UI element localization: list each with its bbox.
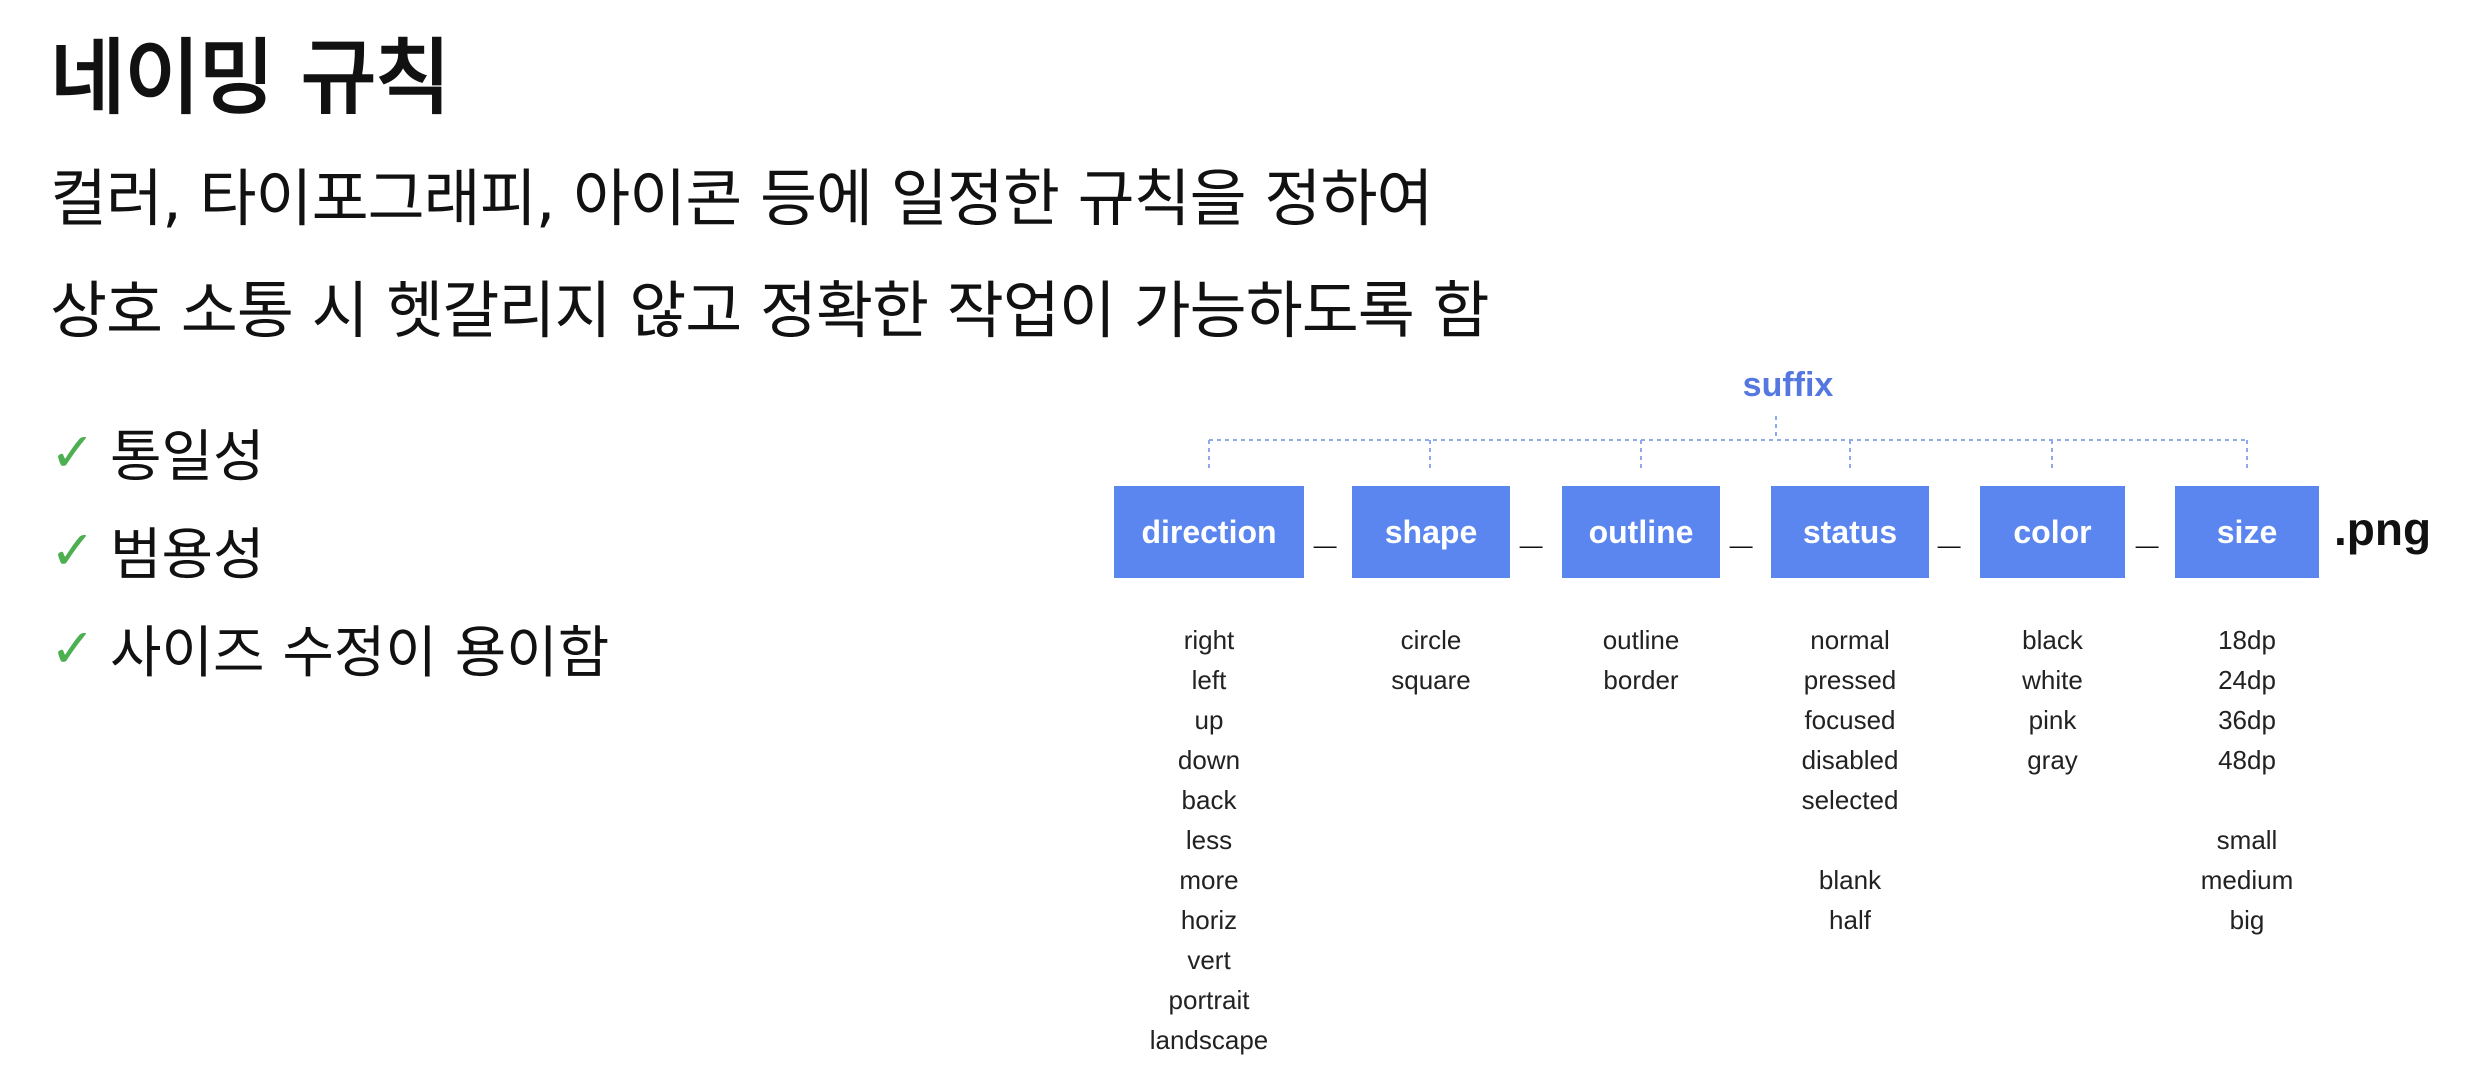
value-item: circle — [1400, 625, 1462, 655]
suffix-label: suffix — [1742, 366, 1834, 404]
page-title: 네이밍 규칙 — [50, 31, 451, 126]
color-values: black white pink gray — [1980, 620, 2125, 780]
separator: _ — [1314, 508, 1337, 552]
value-item: 24dp — [2218, 665, 2276, 695]
value-item: focused — [1804, 705, 1896, 735]
value-item: landscape — [1149, 1025, 1269, 1055]
value-item: black — [2022, 625, 2083, 655]
slide: 네이밍 규칙 컬러, 타이포그래피, 아이콘 등에 일정한 규칙을 정하여 상호… — [0, 0, 2468, 1066]
description-line-1: 컬러, 타이포그래피, 아이콘 등에 일정한 규칙을 정하여 — [50, 162, 1434, 235]
value-item: selected — [1801, 785, 1899, 815]
value-item — [2175, 780, 2319, 820]
value-item: small — [2216, 825, 2278, 855]
separator: _ — [2136, 508, 2159, 552]
benefit-label: 사이즈 수정이 용이함 — [110, 620, 610, 686]
value-item: border — [1603, 665, 1679, 695]
benefit-item: ✓ 범용성 — [50, 518, 609, 588]
checkmark-icon: ✓ — [50, 420, 96, 484]
value-item: down — [1177, 745, 1241, 775]
segment-status: status — [1771, 486, 1929, 578]
description-line-2: 상호 소통 시 헷갈리지 않고 정확한 작업이 가능하도록 함 — [50, 274, 1490, 347]
checkmark-icon: ✓ — [50, 616, 96, 680]
benefit-label: 통일성 — [110, 424, 265, 490]
value-item: left — [1191, 665, 1227, 695]
value-item: white — [2022, 665, 2083, 695]
value-item: more — [1179, 865, 1239, 895]
segment-outline: outline — [1562, 486, 1720, 578]
segment-size: size — [2175, 486, 2319, 578]
separator: _ — [1938, 508, 1961, 552]
benefit-list: ✓ 통일성 ✓ 범용성 ✓ 사이즈 수정이 용이함 — [50, 420, 609, 714]
value-item: outline — [1602, 625, 1680, 655]
benefit-item: ✓ 통일성 — [50, 420, 609, 490]
value-item: portrait — [1168, 985, 1250, 1015]
value-item: 18dp — [2218, 625, 2276, 655]
value-item: disabled — [1801, 745, 1899, 775]
value-item: big — [2229, 905, 2265, 935]
value-item — [1771, 820, 1929, 860]
naming-rule-diagram: suffix direction _ shape _ outline _ sta… — [1100, 360, 2468, 1066]
size-values: 18dp 24dp 36dp 48dp small medium big — [2175, 620, 2319, 940]
segment-shape: shape — [1352, 486, 1510, 578]
value-item: right — [1183, 625, 1235, 655]
value-item: pink — [2028, 705, 2077, 735]
value-item: normal — [1810, 625, 1890, 655]
separator: _ — [1520, 508, 1543, 552]
value-item: back — [1181, 785, 1237, 815]
file-extension: .png — [2334, 503, 2432, 555]
shape-values: circle square — [1352, 620, 1510, 700]
value-item: medium — [2200, 865, 2294, 895]
value-item: pressed — [1803, 665, 1897, 695]
checkmark-icon: ✓ — [50, 518, 96, 582]
benefit-item: ✓ 사이즈 수정이 용이함 — [50, 616, 609, 686]
value-item: less — [1185, 825, 1233, 855]
value-item: vert — [1187, 945, 1231, 975]
value-item: blank — [1818, 865, 1882, 895]
benefit-label: 범용성 — [110, 522, 265, 588]
segment-direction: direction — [1114, 486, 1304, 578]
value-item: gray — [2027, 745, 2078, 775]
value-item: 48dp — [2218, 745, 2276, 775]
outline-values: outline border — [1562, 620, 1720, 700]
status-values: normal pressed focused disabled selected… — [1771, 620, 1929, 940]
separator: _ — [1730, 508, 1753, 552]
value-item: half — [1829, 905, 1871, 935]
value-item: square — [1391, 665, 1471, 695]
value-item: 36dp — [2218, 705, 2276, 735]
segment-color: color — [1980, 486, 2125, 578]
value-item: up — [1194, 705, 1224, 735]
value-item: horiz — [1180, 905, 1238, 935]
direction-values: right left up down back less more horiz … — [1114, 620, 1304, 1060]
